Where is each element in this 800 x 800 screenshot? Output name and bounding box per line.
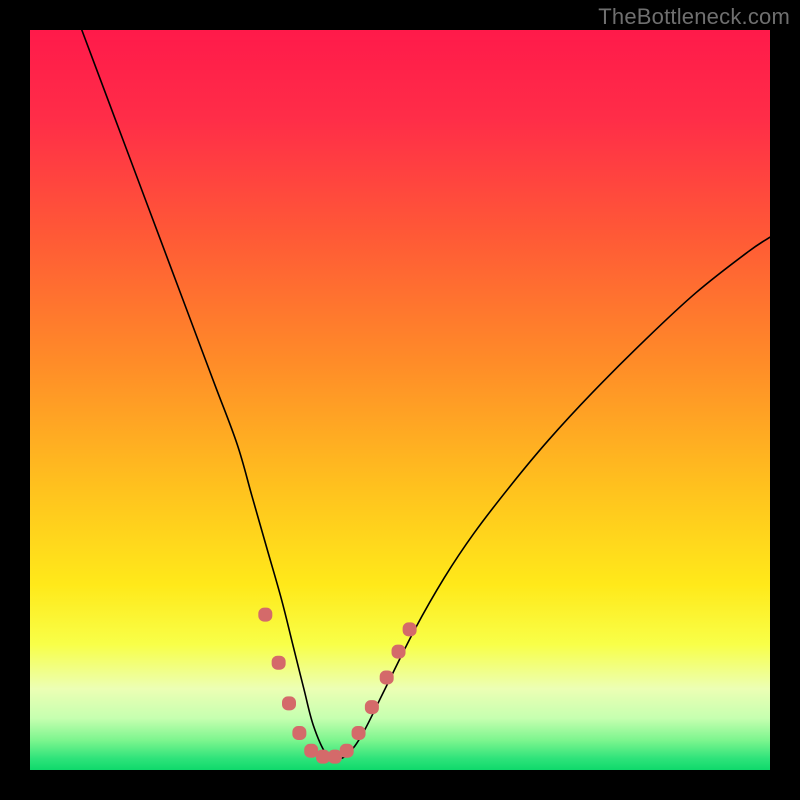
plot-area: [30, 30, 770, 770]
chart-frame: TheBottleneck.com: [0, 0, 800, 800]
chart-svg: [30, 30, 770, 770]
watermark-text: TheBottleneck.com: [598, 4, 790, 30]
